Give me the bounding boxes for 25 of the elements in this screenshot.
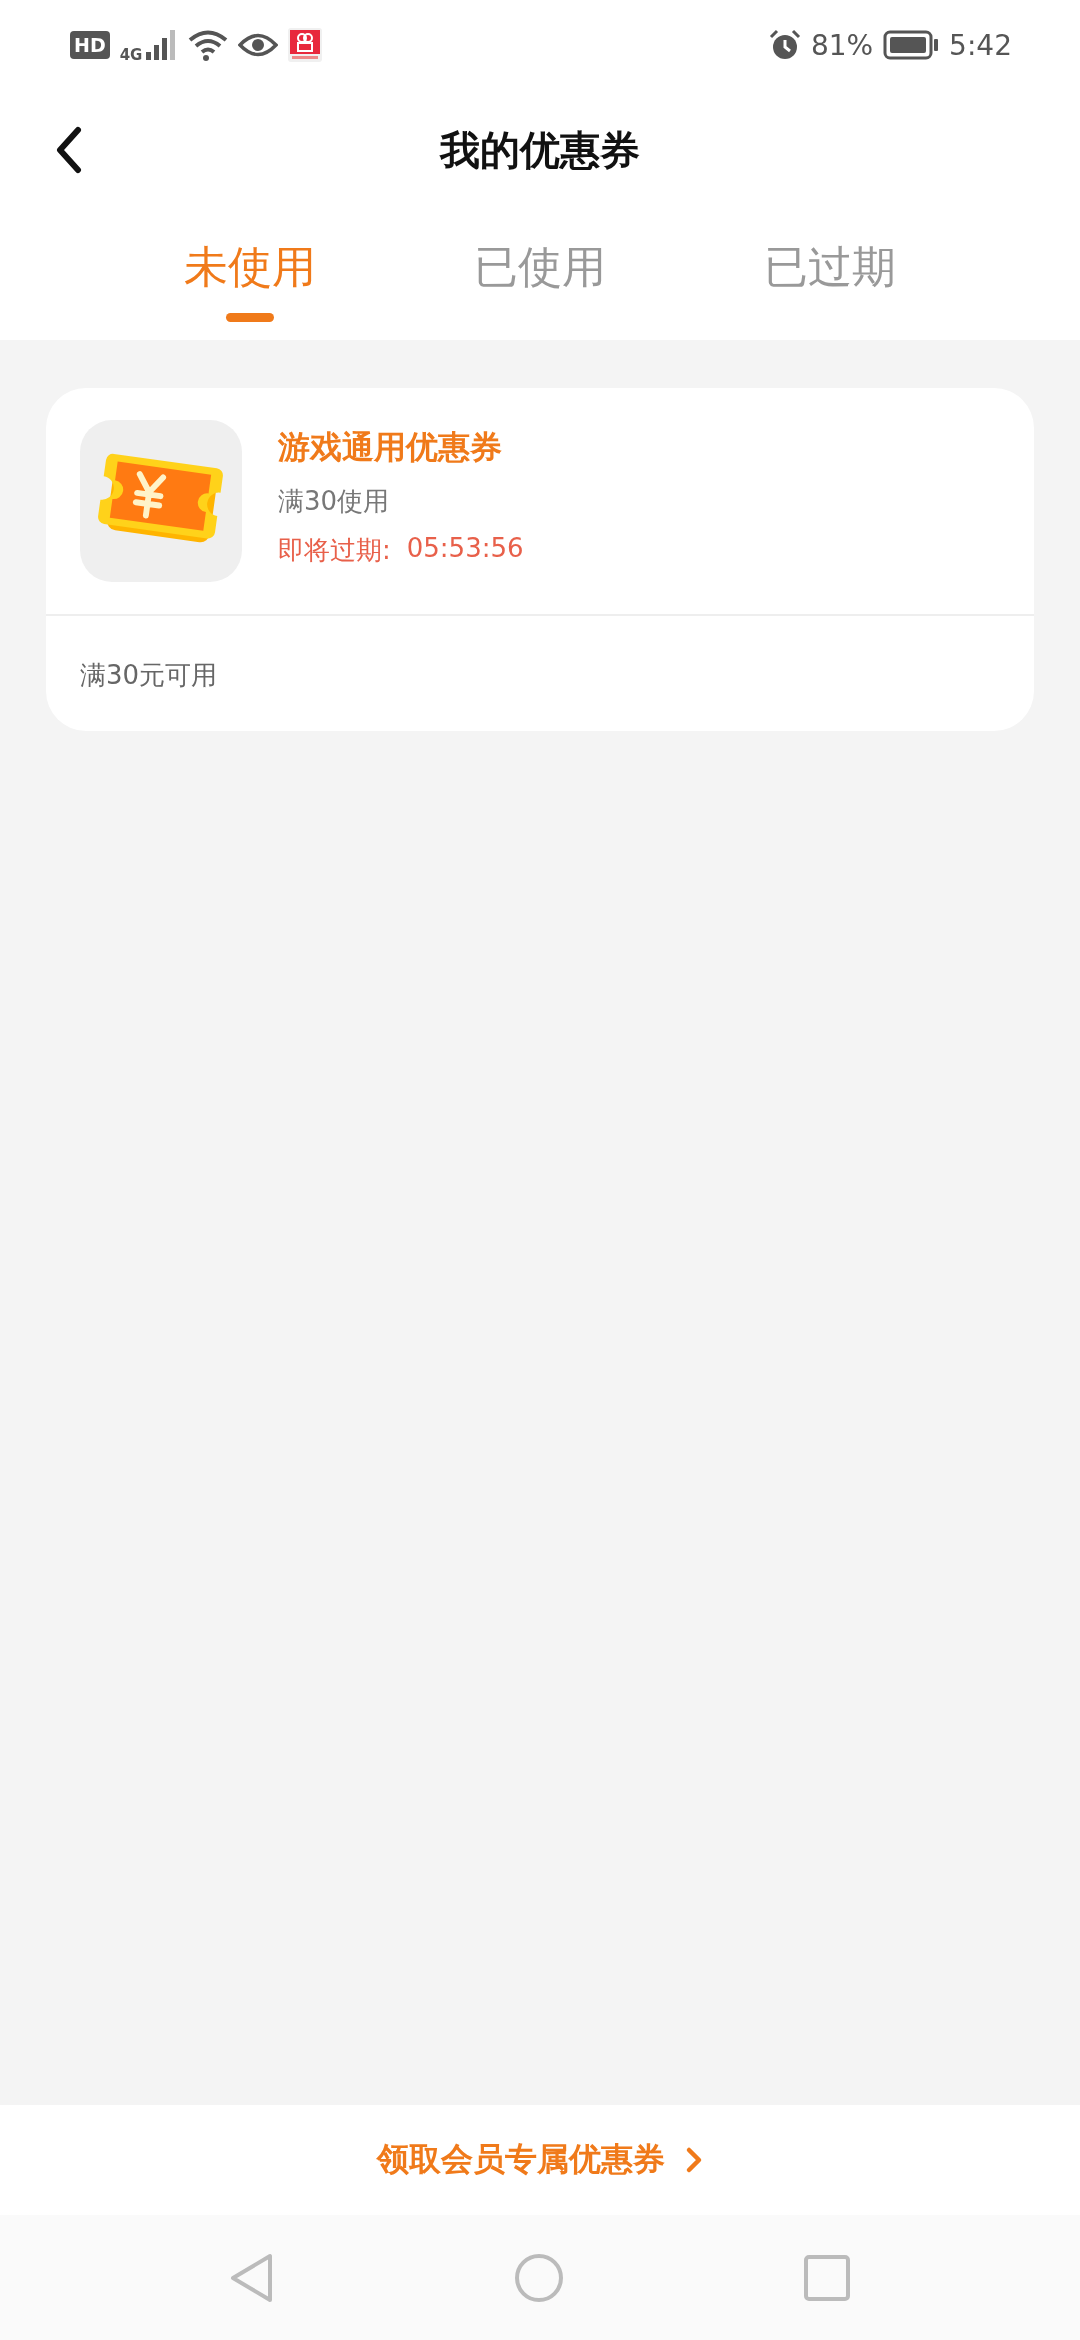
tab[interactable]: 已过期 bbox=[730, 210, 930, 322]
app-notification-icon bbox=[288, 28, 323, 62]
recents-nav-icon[interactable] bbox=[804, 2254, 850, 2301]
home-nav-icon[interactable] bbox=[514, 2252, 564, 2303]
coupon-card[interactable]: 游戏通用优惠券 满30使用 即将过期: 05:53:56 满30元可用 bbox=[46, 388, 1034, 731]
battery-percentage: 81% bbox=[810, 28, 874, 62]
coupon-note: 满30元可用 bbox=[79, 659, 219, 692]
expiry-countdown: 05:53:56 bbox=[406, 533, 524, 565]
alarm-icon bbox=[768, 29, 801, 61]
clock-time: 5:42 bbox=[949, 28, 1012, 62]
expiry-label: 即将过期: bbox=[278, 534, 391, 567]
coupon-ticket-icon bbox=[80, 420, 242, 582]
coupon-title: 游戏通用优惠券 bbox=[278, 427, 503, 468]
eye-icon bbox=[238, 32, 279, 58]
coupon-condition: 满30使用 bbox=[278, 485, 391, 518]
network-type: 4G bbox=[119, 46, 143, 64]
hd-indicator: HD bbox=[70, 31, 110, 59]
tab[interactable]: 已使用 bbox=[440, 210, 640, 322]
back-nav-icon[interactable] bbox=[230, 2252, 274, 2303]
page-title: 我的优惠券 bbox=[440, 125, 640, 175]
tab[interactable]: 未使用 bbox=[150, 210, 350, 322]
wifi-icon bbox=[188, 29, 229, 61]
member-coupon-link[interactable]: 领取会员专属优惠券 bbox=[377, 2138, 703, 2182]
battery-icon bbox=[883, 30, 940, 60]
chevron-right-icon bbox=[685, 2146, 703, 2174]
